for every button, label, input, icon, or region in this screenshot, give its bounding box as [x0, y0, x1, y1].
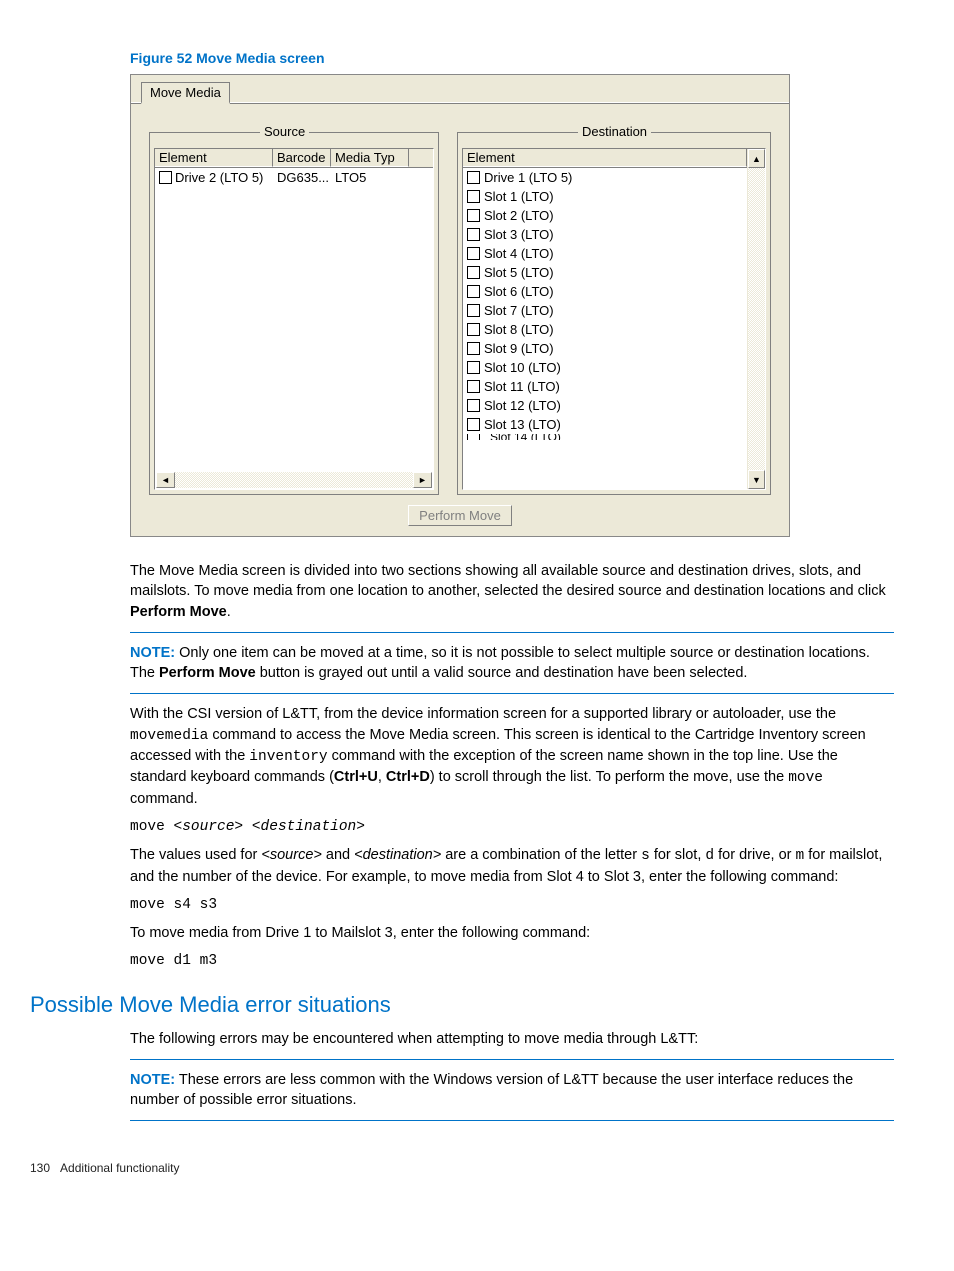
list-item[interactable]: Slot 9 (LTO): [463, 339, 747, 358]
checkbox-icon[interactable]: [467, 361, 480, 374]
list-item[interactable]: Drive 1 (LTO 5): [463, 168, 747, 187]
checkbox-icon[interactable]: [467, 171, 480, 184]
scroll-down-icon[interactable]: ▼: [748, 470, 765, 489]
checkbox-icon[interactable]: [467, 434, 480, 440]
source-title: Source: [260, 124, 309, 139]
checkbox-icon[interactable]: [467, 228, 480, 241]
destination-title: Destination: [578, 124, 651, 139]
list-item[interactable]: Slot 13 (LTO): [463, 415, 747, 434]
section-heading: Possible Move Media error situations: [30, 990, 894, 1021]
checkbox-icon[interactable]: [159, 171, 172, 184]
list-item[interactable]: Slot 7 (LTO): [463, 301, 747, 320]
col-media-type[interactable]: Media Typ: [331, 149, 409, 167]
scroll-right-icon[interactable]: ►: [413, 472, 432, 488]
v-scrollbar[interactable]: ▲ ▼: [747, 149, 765, 489]
list-item[interactable]: Slot 4 (LTO): [463, 244, 747, 263]
col-element[interactable]: Element: [155, 149, 273, 167]
destination-group: Destination Element Drive 1 (LTO 5)Slot …: [457, 132, 771, 495]
perform-move-button[interactable]: Perform Move: [408, 505, 512, 526]
list-item[interactable]: Slot 3 (LTO): [463, 225, 747, 244]
h-scrollbar[interactable]: ◄ ►: [156, 472, 432, 488]
body-text: The Move Media screen is divided into tw…: [130, 561, 894, 1121]
checkbox-icon[interactable]: [467, 323, 480, 336]
destination-list[interactable]: Element Drive 1 (LTO 5)Slot 1 (LTO)Slot …: [462, 148, 766, 490]
move-media-window: Move Media Source Element Barcode Media …: [130, 74, 790, 537]
col-dest-element[interactable]: Element: [463, 149, 747, 167]
list-item[interactable]: Slot 6 (LTO): [463, 282, 747, 301]
scroll-up-icon[interactable]: ▲: [748, 149, 765, 168]
checkbox-icon[interactable]: [467, 266, 480, 279]
checkbox-icon[interactable]: [467, 285, 480, 298]
list-item[interactable]: Slot 14 (LTO): [463, 434, 747, 440]
source-group: Source Element Barcode Media Typ Drive 2…: [149, 132, 439, 495]
list-item[interactable]: Slot 10 (LTO): [463, 358, 747, 377]
checkbox-icon[interactable]: [467, 399, 480, 412]
list-item[interactable]: Slot 8 (LTO): [463, 320, 747, 339]
col-barcode[interactable]: Barcode: [273, 149, 331, 167]
tab-move-media[interactable]: Move Media: [141, 82, 230, 104]
checkbox-icon[interactable]: [467, 247, 480, 260]
checkbox-icon[interactable]: [467, 190, 480, 203]
checkbox-icon[interactable]: [467, 304, 480, 317]
list-item[interactable]: Slot 11 (LTO): [463, 377, 747, 396]
source-list[interactable]: Element Barcode Media Typ Drive 2 (LTO 5…: [154, 148, 434, 490]
list-item[interactable]: Slot 5 (LTO): [463, 263, 747, 282]
source-row[interactable]: Drive 2 (LTO 5) DG635... LTO5: [155, 168, 433, 187]
list-item[interactable]: Slot 1 (LTO): [463, 187, 747, 206]
list-item[interactable]: Slot 2 (LTO): [463, 206, 747, 225]
checkbox-icon[interactable]: [467, 342, 480, 355]
note-label: NOTE:: [130, 1072, 175, 1088]
scroll-left-icon[interactable]: ◄: [156, 472, 175, 488]
checkbox-icon[interactable]: [467, 380, 480, 393]
checkbox-icon[interactable]: [467, 209, 480, 222]
list-item[interactable]: Slot 12 (LTO): [463, 396, 747, 415]
page-footer: 130 Additional functionality: [30, 1161, 894, 1175]
checkbox-icon[interactable]: [467, 418, 480, 431]
note-label: NOTE:: [130, 645, 175, 661]
figure-caption: Figure 52 Move Media screen: [130, 50, 894, 66]
